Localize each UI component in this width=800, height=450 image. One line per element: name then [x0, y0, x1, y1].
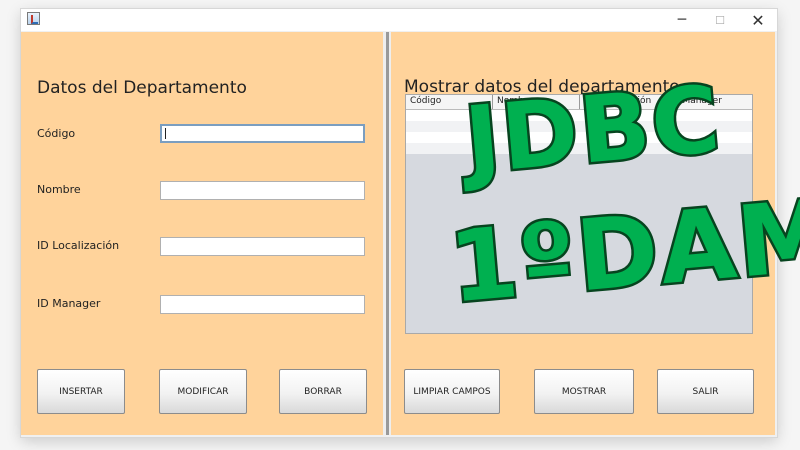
modificar-button[interactable]: MODIFICAR — [159, 369, 247, 414]
codigo-label: Código — [37, 127, 76, 140]
column-header-id-localizacion[interactable]: ID Localización — [580, 95, 666, 109]
table-row[interactable] — [406, 121, 752, 132]
nombre-input[interactable] — [160, 181, 365, 200]
id-localizacion-label: ID Localización — [37, 239, 120, 252]
split-pane-divider[interactable] — [386, 32, 389, 435]
close-button[interactable]: ✕ — [739, 9, 777, 31]
table-header: Código Nombre ID Localización ID Manager — [406, 95, 752, 110]
id-manager-label: ID Manager — [37, 297, 101, 310]
borrar-button[interactable]: BORRAR — [279, 369, 367, 414]
department-table[interactable]: Código Nombre ID Localización ID Manager — [405, 94, 753, 334]
salir-button[interactable]: SALIR — [657, 369, 754, 414]
maximize-button[interactable]: ☐ — [701, 9, 739, 31]
codigo-input[interactable] — [160, 124, 365, 143]
department-table-panel: Mostrar datos del departamento Código No… — [391, 32, 775, 435]
id-localizacion-input[interactable] — [160, 237, 365, 256]
insertar-button[interactable]: INSERTAR — [37, 369, 125, 414]
id-manager-input[interactable] — [160, 295, 365, 314]
column-header-codigo[interactable]: Código — [406, 95, 493, 109]
table-row[interactable] — [406, 132, 752, 143]
minimize-button[interactable]: ─ — [663, 9, 701, 31]
column-header-id-manager[interactable]: ID Manager — [666, 95, 752, 109]
nombre-label: Nombre — [37, 183, 81, 196]
limpiar-campos-button[interactable]: LIMPIAR CAMPOS — [404, 369, 500, 414]
column-header-nombre[interactable]: Nombre — [493, 95, 580, 109]
table-row[interactable] — [406, 143, 752, 154]
table-row[interactable] — [406, 110, 752, 121]
mostrar-button[interactable]: MOSTRAR — [534, 369, 634, 414]
app-window: ─ ☐ ✕ Datos del Departamento Código Nomb… — [21, 9, 777, 437]
java-app-icon — [27, 12, 40, 25]
department-form-panel: Datos del Departamento Código Nombre ID … — [21, 32, 383, 435]
text-caret — [165, 128, 166, 139]
form-heading: Datos del Departamento — [37, 78, 247, 98]
title-bar: ─ ☐ ✕ — [21, 9, 777, 31]
